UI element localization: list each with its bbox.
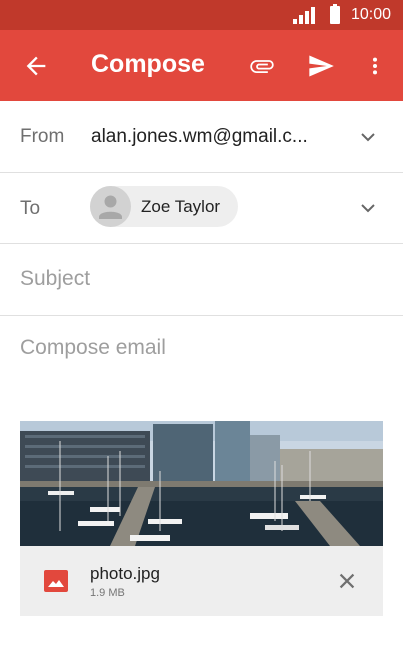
from-row: From alan.jones.wm@gmail.c... [0, 101, 403, 173]
attachment-card: photo.jpg 1.9 MB [20, 421, 383, 616]
paperclip-icon[interactable] [247, 52, 277, 80]
to-label: To [20, 198, 41, 219]
back-arrow-icon[interactable] [22, 52, 50, 80]
recipient-chip[interactable]: Zoe Taylor [90, 186, 238, 227]
recipient-name: Zoe Taylor [141, 197, 221, 216]
attachment-thumbnail[interactable] [20, 421, 383, 546]
avatar-icon [90, 186, 131, 227]
compose-body-input[interactable]: Compose email [20, 336, 166, 360]
subject-row[interactable]: Subject [0, 243, 403, 316]
subject-input[interactable]: Subject [20, 267, 90, 291]
attachment-size: 1.9 MB [90, 587, 125, 599]
more-vert-icon[interactable] [364, 52, 386, 80]
from-label: From [20, 126, 65, 147]
app-bar: Compose [0, 30, 403, 101]
status-time: 10:00 [350, 6, 391, 23]
to-row: To Zoe Taylor [0, 172, 403, 244]
close-icon[interactable] [336, 570, 358, 592]
chevron-down-icon[interactable] [359, 128, 377, 146]
battery-icon [330, 4, 340, 24]
page-title: Compose [91, 50, 205, 78]
attachment-info: photo.jpg 1.9 MB [20, 546, 383, 616]
signal-icon [293, 7, 315, 24]
status-bar: 10:00 [0, 0, 403, 30]
attachment-filename: photo.jpg [90, 564, 160, 583]
send-icon[interactable] [306, 52, 336, 80]
from-account[interactable]: alan.jones.wm@gmail.c... [91, 126, 308, 148]
chevron-down-icon[interactable] [359, 199, 377, 217]
image-icon [44, 570, 68, 592]
